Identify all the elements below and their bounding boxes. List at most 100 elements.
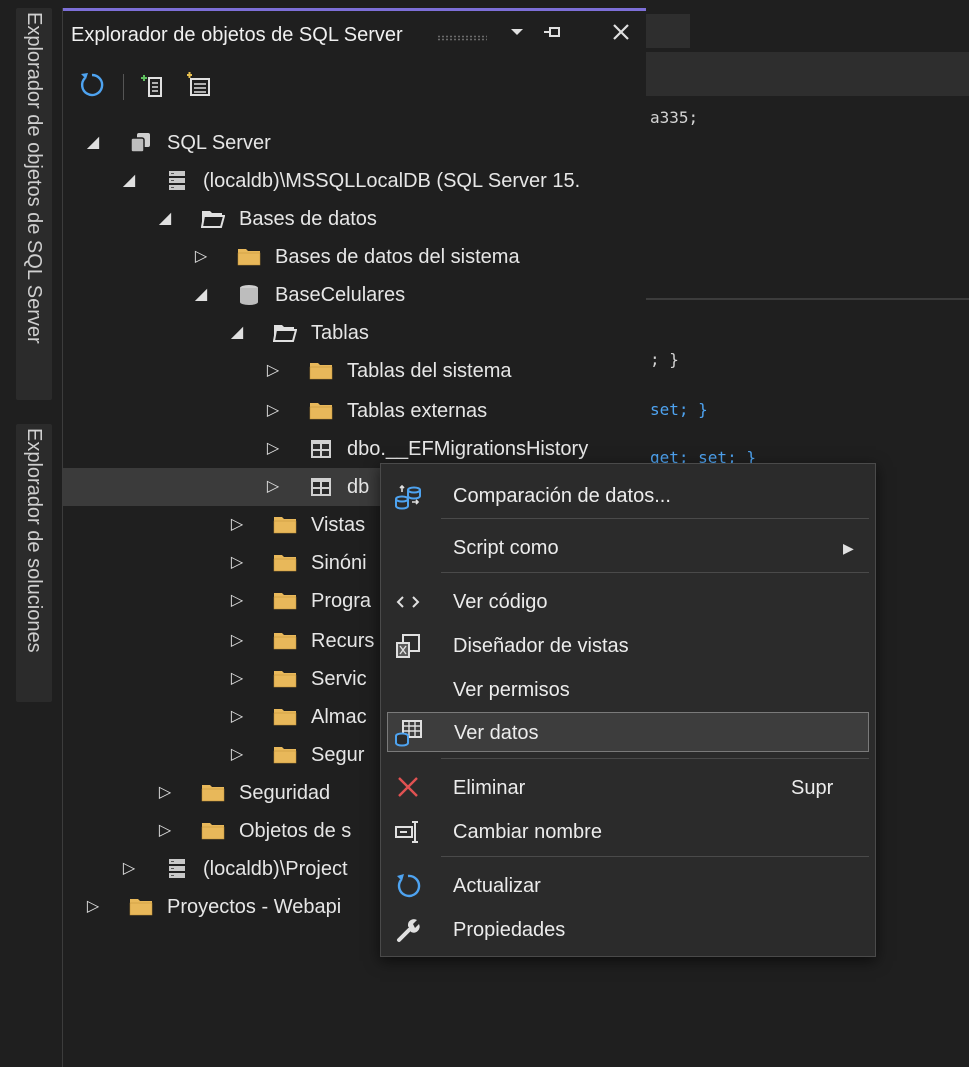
menu-item-label: Ver datos <box>454 722 539 744</box>
expand-arrow-icon[interactable]: ▷ <box>229 660 245 698</box>
expand-arrow-icon[interactable]: ▷ <box>265 352 281 390</box>
pin-icon[interactable] <box>541 21 563 49</box>
tab-object-explorer[interactable]: Explorador de objetos de SQL Server <box>16 8 52 400</box>
divider <box>646 298 969 300</box>
wrench-icon <box>393 916 423 944</box>
folder-icon <box>309 400 333 422</box>
refresh-icon[interactable] <box>77 70 107 100</box>
folder-icon <box>309 360 333 382</box>
editor-tab[interactable] <box>646 14 690 48</box>
folder-icon <box>237 246 261 268</box>
tree-node-label: Segur <box>311 744 365 766</box>
rename-icon <box>393 818 423 846</box>
folder-icon <box>273 514 297 536</box>
menu-item-actualizar[interactable]: Actualizar <box>381 866 875 906</box>
panel-accent-bar <box>63 8 647 11</box>
code-line-1: a335; <box>650 108 699 127</box>
collapse-arrow-icon[interactable]: ◢ <box>157 200 173 238</box>
folder-icon <box>273 744 297 766</box>
tree-node-label: Objetos de s <box>239 820 352 842</box>
chevron-down-icon[interactable] <box>509 21 525 49</box>
tree-node-label: Bases de datos del sistema <box>275 246 520 268</box>
tree-node-label: db <box>347 476 370 498</box>
tree-node-label: SQL Server <box>167 132 271 154</box>
menu-item-comparacion-de-datos[interactable]: Comparación de datos... <box>381 476 875 516</box>
menu-separator <box>441 518 869 519</box>
expand-arrow-icon[interactable]: ▷ <box>229 506 245 544</box>
menu-item-disenador-de-vistas[interactable]: Diseñador de vistas <box>381 626 875 666</box>
collapse-arrow-icon[interactable]: ◢ <box>229 314 245 352</box>
tree-node-label: Vistas <box>311 514 366 536</box>
collapse-arrow-icon[interactable]: ◢ <box>193 276 209 314</box>
menu-item-propiedades[interactable]: Propiedades <box>381 910 875 950</box>
tree-node-label: Bases de datos <box>239 208 377 230</box>
expand-arrow-icon[interactable]: ▷ <box>229 622 245 660</box>
menu-item-ver-datos[interactable]: Ver datos <box>387 712 869 752</box>
menu-item-ver-permisos[interactable]: Ver permisos <box>381 670 875 710</box>
expand-arrow-icon[interactable]: ▷ <box>157 774 173 812</box>
tree-node-label: Tablas externas <box>347 400 488 422</box>
folder-icon <box>129 896 153 918</box>
menu-separator <box>441 758 869 759</box>
context-menu: Comparación de datos... Script como ▶ Ver c… <box>380 463 876 957</box>
database-icon <box>237 284 261 306</box>
folder-open-icon <box>200 208 226 230</box>
menu-item-label: Ver permisos <box>453 679 570 701</box>
expand-arrow-icon[interactable]: ▷ <box>85 888 101 926</box>
code-icon <box>393 588 423 616</box>
tree-node-label: Recurs <box>311 630 375 652</box>
expand-arrow-icon[interactable]: ▷ <box>229 582 245 620</box>
tree-node[interactable]: ◢ Bases de datos <box>63 200 647 238</box>
add-server-icon[interactable] <box>137 70 167 100</box>
menu-item-label: Propiedades <box>453 919 566 941</box>
tab-solution-explorer[interactable]: Explorador de soluciones <box>16 424 52 702</box>
expand-arrow-icon[interactable]: ▷ <box>157 812 173 850</box>
expand-arrow-icon[interactable]: ▷ <box>265 430 281 468</box>
data-compare-icon <box>393 482 423 510</box>
server-icon <box>165 170 189 192</box>
close-icon[interactable] <box>611 21 631 49</box>
folder-icon <box>201 820 225 842</box>
collapse-arrow-icon[interactable]: ◢ <box>121 162 137 200</box>
menu-separator <box>441 572 869 573</box>
expand-arrow-icon[interactable]: ▷ <box>229 544 245 582</box>
expand-arrow-icon[interactable]: ▷ <box>265 392 281 430</box>
menu-item-script-como[interactable]: Script como ▶ <box>381 528 875 568</box>
editor-navigation-bar[interactable] <box>646 52 969 96</box>
expand-arrow-icon[interactable]: ▷ <box>265 468 281 506</box>
tree-node-label: Tablas <box>311 322 369 344</box>
tree-node[interactable]: ▷ Tablas externas <box>63 392 647 430</box>
tool-window-strip: Explorador de objetos de SQL Server Expl… <box>8 8 62 1067</box>
view-data-icon <box>394 719 424 747</box>
expand-arrow-icon[interactable]: ▷ <box>121 850 137 888</box>
tree-node[interactable]: ▷ Tablas del sistema <box>63 352 647 390</box>
tree-node-label: BaseCelulares <box>275 284 406 306</box>
menu-item-label: Cambiar nombre <box>453 821 602 843</box>
submenu-arrow-icon: ▶ <box>843 540 854 556</box>
tree-node-label: Proyectos - Webapi <box>167 896 342 918</box>
tree-node-label: Servic <box>311 668 367 690</box>
filter-icon[interactable] <box>183 70 213 100</box>
folder-icon <box>273 668 297 690</box>
designer-icon <box>393 632 423 660</box>
tree-node-label: Tablas del sistema <box>347 360 512 382</box>
expand-arrow-icon[interactable]: ▷ <box>229 698 245 736</box>
menu-item-eliminar[interactable]: Eliminar Supr <box>381 768 875 808</box>
menu-item-cambiar-nombre[interactable]: Cambiar nombre <box>381 812 875 852</box>
tree-node[interactable]: ▷ Bases de datos del sistema <box>63 238 647 276</box>
tab-solution-explorer-label: Explorador de soluciones <box>23 428 45 653</box>
tree-node-label: Progra <box>311 590 372 612</box>
tab-object-explorer-label: Explorador de objetos de SQL Server <box>23 12 45 344</box>
menu-item-label: Diseñador de vistas <box>453 635 629 657</box>
drag-handle[interactable] <box>437 35 487 41</box>
tree-node-label: (localdb)\Project <box>203 858 348 880</box>
tree-node[interactable]: ◢ SQL Server <box>63 124 647 162</box>
expand-arrow-icon[interactable]: ▷ <box>193 238 209 276</box>
tree-node[interactable]: ◢ BaseCelulares <box>63 276 647 314</box>
collapse-arrow-icon[interactable]: ◢ <box>85 124 101 162</box>
tree-node[interactable]: ◢ (localdb)\MSSQLLocalDB (SQL Server 15. <box>63 162 647 200</box>
tree-node[interactable]: ◢ Tablas <box>63 314 647 352</box>
menu-item-ver-codigo[interactable]: Ver código <box>381 582 875 622</box>
code-line-2: ; } <box>650 350 679 369</box>
expand-arrow-icon[interactable]: ▷ <box>229 736 245 774</box>
